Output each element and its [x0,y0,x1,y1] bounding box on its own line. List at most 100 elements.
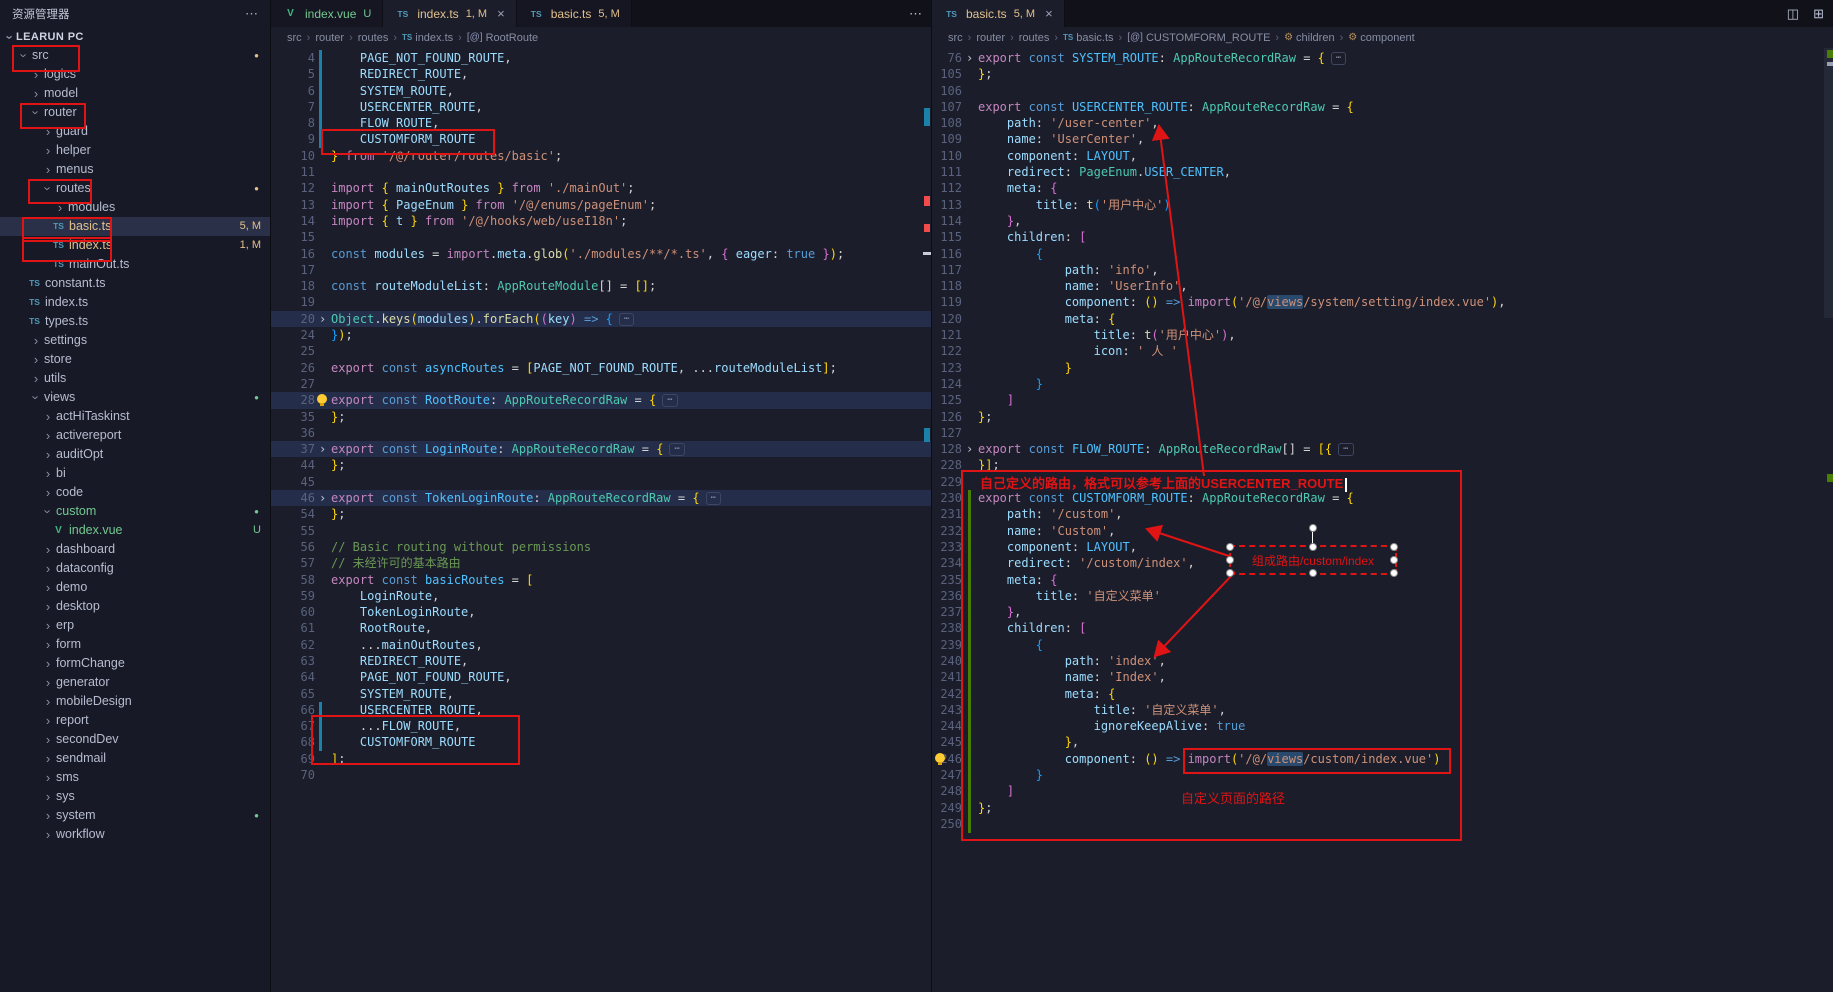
breadcrumb-item-RootRoute[interactable]: [@]RootRoute [467,32,538,44]
tree-item-dashboard[interactable]: ›dashboard [0,540,270,559]
code-line[interactable]: 60 TokenLoginRoute, [271,604,932,620]
tree-item-auditOpt[interactable]: ›auditOpt [0,445,270,464]
selection-handle[interactable] [1226,556,1234,564]
tab-basic.ts[interactable]: TSbasic.ts5, M× [932,0,1065,27]
code-line[interactable]: 26export const asyncRoutes = [PAGE_NOT_F… [271,360,932,376]
code-line[interactable]: 70 [271,767,932,783]
code-line[interactable]: 28›export const RootRoute: AppRouteRecor… [271,392,932,408]
folded-code-badge[interactable]: ⋯ [706,492,721,505]
code-line[interactable]: 114 }, [932,213,1833,229]
code-line[interactable]: 65 SYSTEM_ROUTE, [271,686,932,702]
close-icon[interactable]: × [1045,6,1053,21]
code-line[interactable]: 17 [271,262,932,278]
code-line[interactable]: 27 [271,376,932,392]
code-line[interactable]: 12import { mainOutRoutes } from './mainO… [271,180,932,196]
tree-item-router[interactable]: ›router [0,103,270,122]
tree-item-constant.ts[interactable]: TSconstant.ts [0,274,270,293]
breadcrumb-item-index.ts[interactable]: TSindex.ts [402,32,453,44]
tree-item-desktop[interactable]: ›desktop [0,597,270,616]
code-line[interactable]: 56// Basic routing without permissions [271,539,932,555]
code-line[interactable]: 8 FLOW_ROUTE, [271,115,932,131]
tree-item-report[interactable]: ›report [0,711,270,730]
fold-chevron-icon[interactable]: › [319,311,326,327]
tree-item-sys[interactable]: ›sys [0,787,270,806]
code-line[interactable]: 117 path: 'info', [932,262,1833,278]
folded-code-badge[interactable]: ⋯ [619,313,634,326]
tree-item-generator[interactable]: ›generator [0,673,270,692]
code-line[interactable]: 68 CUSTOMFORM_ROUTE [271,734,932,750]
code-line[interactable]: 46›export const TokenLoginRoute: AppRout… [271,490,932,506]
tree-item-menus[interactable]: ›menus [0,160,270,179]
explorer-section-header[interactable]: › LEARUN PC [0,28,270,46]
code-line[interactable]: 248 ] [932,783,1833,799]
code-line[interactable]: 36 [271,425,932,441]
split-editor-icon[interactable]: ◫ [1787,6,1799,22]
folded-code-badge[interactable]: ⋯ [1338,443,1353,456]
tree-item-dataconfig[interactable]: ›dataconfig [0,559,270,578]
selection-handle[interactable] [1226,569,1234,577]
code-editor-middle[interactable]: 4 PAGE_NOT_FOUND_ROUTE,5 REDIRECT_ROUTE,… [271,48,932,992]
code-line[interactable]: 4 PAGE_NOT_FOUND_ROUTE, [271,50,932,66]
code-line[interactable]: 35}; [271,409,932,425]
code-line[interactable]: 116 { [932,246,1833,262]
tree-item-views[interactable]: ›views● [0,388,270,407]
code-line[interactable]: 25 [271,343,932,359]
tree-item-logics[interactable]: ›logics [0,65,270,84]
code-line[interactable]: 106 [932,83,1833,99]
code-line[interactable]: 58export const basicRoutes = [ [271,572,932,588]
tree-item-mobileDesign[interactable]: ›mobileDesign [0,692,270,711]
code-line[interactable]: 249}; [932,800,1833,816]
tree-item-utils[interactable]: ›utils [0,369,270,388]
code-line[interactable]: 10} from '/@/router/routes/basic'; [271,148,932,164]
code-line[interactable]: 107export const USERCENTER_ROUTE: AppRou… [932,99,1833,115]
code-line[interactable]: 76›export const SYSTEM_ROUTE: AppRouteRe… [932,50,1833,66]
tree-item-erp[interactable]: ›erp [0,616,270,635]
breadcrumb-item-children[interactable]: ⚙children [1284,32,1335,44]
folded-code-badge[interactable]: ⋯ [669,443,684,456]
code-line[interactable]: 111 redirect: PageEnum.USER_CENTER, [932,164,1833,180]
code-line[interactable]: 7 USERCENTER_ROUTE, [271,99,932,115]
breadcrumb-item-router[interactable]: router [976,32,1005,44]
code-line[interactable]: 6 SYSTEM_ROUTE, [271,83,932,99]
fold-chevron-icon[interactable]: › [966,50,973,66]
code-line[interactable]: 15 [271,229,932,245]
code-line[interactable]: 37›export const LoginRoute: AppRouteReco… [271,441,932,457]
tree-item-types.ts[interactable]: TStypes.ts [0,312,270,331]
code-line[interactable]: 13import { PageEnum } from '/@/enums/pag… [271,197,932,213]
code-line[interactable]: 239 { [932,637,1833,653]
tree-item-store[interactable]: ›store [0,350,270,369]
tree-item-helper[interactable]: ›helper [0,141,270,160]
fold-chevron-icon[interactable]: › [319,441,326,457]
code-line[interactable]: 120 meta: { [932,311,1833,327]
code-line[interactable]: 109 name: 'UserCenter', [932,131,1833,147]
tab-index.vue[interactable]: Vindex.vueU [271,0,383,27]
fold-chevron-icon[interactable]: › [319,490,326,506]
selection-handle[interactable] [1309,569,1317,577]
code-line[interactable]: 55 [271,523,932,539]
breadcrumb-item-basic.ts[interactable]: TSbasic.ts [1063,32,1114,44]
code-line[interactable]: 66 USERCENTER_ROUTE, [271,702,932,718]
folded-code-badge[interactable]: ⋯ [662,394,677,407]
code-line[interactable]: 113 title: t('用户中心') [932,197,1833,213]
code-line[interactable]: 126}; [932,409,1833,425]
code-line[interactable]: 228}]; [932,457,1833,473]
code-line[interactable]: 59 LoginRoute, [271,588,932,604]
fold-chevron-icon[interactable]: › [966,441,973,457]
breadcrumb-item-src[interactable]: src [948,32,963,44]
selection-handle[interactable] [1226,543,1234,551]
code-line[interactable]: 44}; [271,457,932,473]
tree-item-settings[interactable]: ›settings [0,331,270,350]
breadcrumb-item-routes[interactable]: routes [1019,32,1050,44]
code-line[interactable]: 238 children: [ [932,620,1833,636]
code-line[interactable]: 14import { t } from '/@/hooks/web/useI18… [271,213,932,229]
code-line[interactable]: 19 [271,294,932,310]
tree-item-custom[interactable]: ›custom● [0,502,270,521]
code-line[interactable]: 247 } [932,767,1833,783]
tree-item-sms[interactable]: ›sms [0,768,270,787]
tab-index.ts[interactable]: TSindex.ts1, M× [383,0,516,27]
code-line[interactable]: 241 name: 'Index', [932,669,1833,685]
editor-layout-icon[interactable]: ⊞ [1813,6,1824,22]
breadcrumb-item-CUSTOMFORM_ROUTE[interactable]: [@]CUSTOMFORM_ROUTE [1127,32,1270,44]
code-line[interactable]: 108 path: '/user-center', [932,115,1833,131]
scrollbar-thumb[interactable] [1824,48,1833,318]
